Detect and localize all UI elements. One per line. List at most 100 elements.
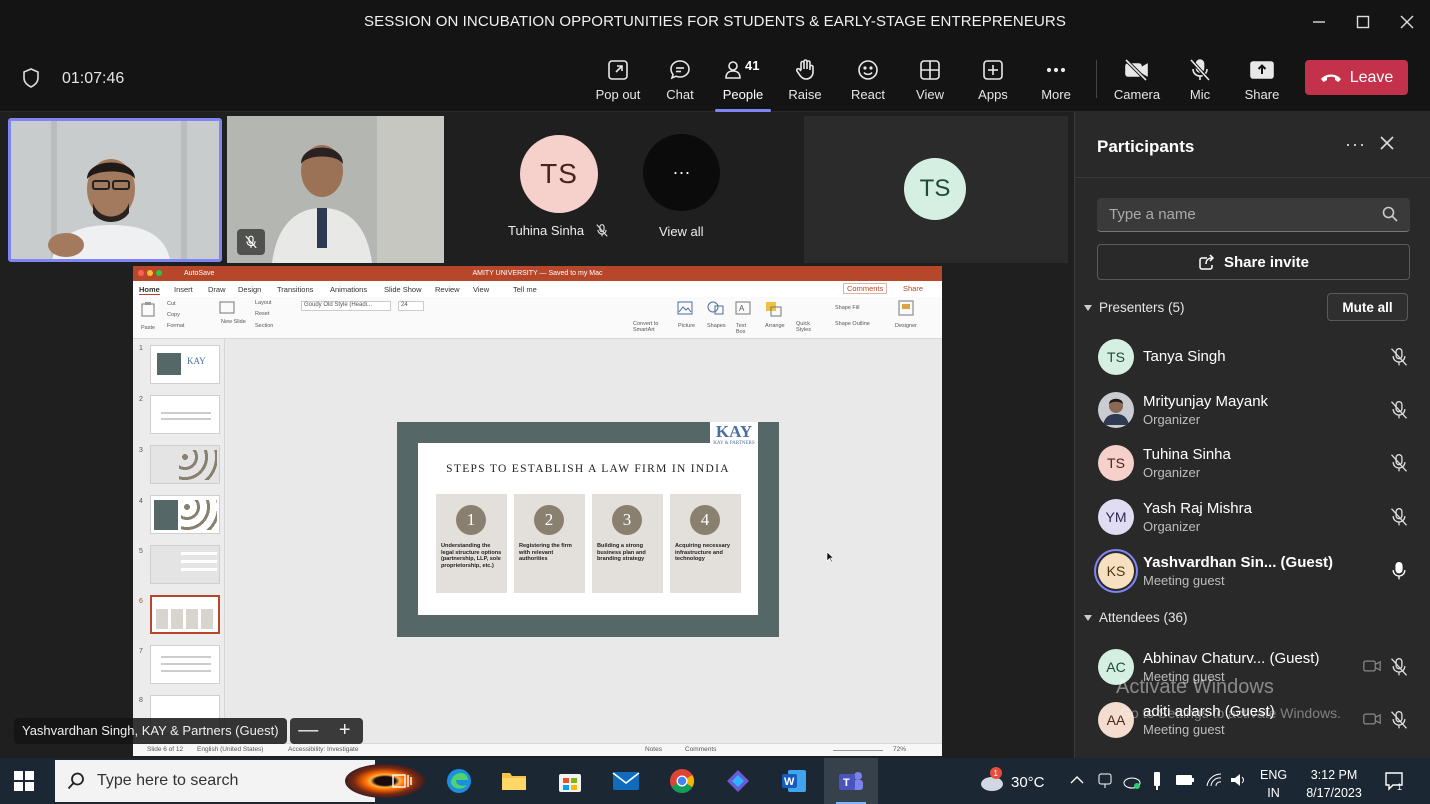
- thumb-number: 2: [139, 396, 143, 403]
- ppt-tab: View: [473, 285, 490, 294]
- chevron-up-icon[interactable]: [1070, 775, 1084, 785]
- apps-button[interactable]: Apps: [963, 54, 1023, 106]
- chat-icon: [670, 60, 690, 80]
- mic-button[interactable]: Mic: [1170, 54, 1230, 106]
- raise-hand-button[interactable]: Raise: [775, 54, 835, 106]
- ppt-title-bar: AutoSave AMITY UNIVERSITY — Saved to my …: [133, 266, 942, 281]
- shield-icon[interactable]: [22, 68, 40, 88]
- more-button[interactable]: More: [1026, 54, 1086, 106]
- chrome-icon[interactable]: [660, 765, 704, 797]
- participant-search: [1097, 198, 1410, 232]
- video-tile-tanya[interactable]: TS: [804, 116, 1068, 263]
- leave-button[interactable]: Leave: [1305, 60, 1408, 95]
- zoom-in-button[interactable]: +: [327, 718, 364, 744]
- shared-screen[interactable]: AutoSave AMITY UNIVERSITY — Saved to my …: [133, 266, 942, 756]
- meeting-timer: 01:07:46: [62, 70, 125, 87]
- word-glyph: W: [782, 770, 806, 792]
- ppt-tab: Animations: [330, 285, 368, 294]
- attendees-section-toggle[interactable]: Attendees (36): [1083, 610, 1188, 625]
- people-button[interactable]: 41 People: [713, 54, 773, 112]
- search-icon: [67, 772, 84, 790]
- teams-icon[interactable]: T: [824, 758, 878, 804]
- panel-more-button[interactable]: ···: [1345, 134, 1366, 155]
- presenters-section-toggle[interactable]: Presenters (5): [1083, 300, 1185, 315]
- thumb-number: 6: [139, 598, 143, 605]
- view-all-button[interactable]: ···: [643, 134, 720, 211]
- taskbar-search-input[interactable]: [97, 772, 297, 790]
- volume-icon[interactable]: [1229, 772, 1247, 788]
- minimize-icon: [1313, 21, 1325, 23]
- taskbar-search: [55, 760, 425, 802]
- wifi-icon[interactable]: [1205, 772, 1223, 788]
- ppt-ribbon-item: New Slide: [221, 319, 246, 325]
- slide-thumbnails: 1 KAY 2 3 4 5 6 7 8: [133, 339, 225, 743]
- maximize-button[interactable]: [1348, 8, 1378, 36]
- pop-out-label: Pop out: [595, 87, 641, 102]
- view-icon: [920, 60, 940, 80]
- participant-search-input[interactable]: [1109, 206, 1369, 223]
- raise-label: Raise: [788, 87, 822, 102]
- shapes-icon: [707, 301, 724, 315]
- copilot-glyph: [727, 770, 749, 792]
- participant-row-speaking[interactable]: KS Yashvardhan Sin... (Guest) Meeting gu…: [1075, 545, 1430, 597]
- cloud-sync-icon[interactable]: [1122, 772, 1142, 790]
- minimize-button[interactable]: [1304, 8, 1334, 36]
- more-dots-icon: ···: [672, 162, 691, 182]
- copilot-icon[interactable]: [716, 765, 760, 797]
- chat-button[interactable]: Chat: [650, 54, 710, 106]
- task-view-icon[interactable]: [380, 765, 424, 797]
- thumb-number: 4: [139, 498, 143, 505]
- view-button[interactable]: View: [900, 54, 960, 106]
- ppt-status-comments: Comments: [685, 746, 717, 753]
- input-language[interactable]: ENG IN: [1260, 766, 1287, 802]
- camera-button[interactable]: Camera: [1107, 54, 1167, 106]
- arrange-icon: [766, 302, 782, 317]
- teams-window: SESSION ON INCUBATION OPPORTUNITIES FOR …: [0, 0, 1430, 804]
- video-tile-participant[interactable]: [227, 116, 444, 263]
- avatar-photo: [1098, 392, 1134, 428]
- share-button[interactable]: Share: [1232, 54, 1292, 106]
- mail-icon[interactable]: [604, 765, 648, 797]
- meet-now-icon[interactable]: [1097, 772, 1113, 790]
- video-tile-active-speaker[interactable]: [8, 118, 222, 262]
- store-icon[interactable]: [548, 765, 592, 797]
- battery-icon[interactable]: [1175, 773, 1195, 787]
- share-invite-button[interactable]: Share invite: [1097, 244, 1410, 280]
- presenters-label: Presenters (5): [1099, 300, 1185, 315]
- weather-widget[interactable]: 1: [978, 765, 1008, 800]
- mic-off-icon: [1391, 711, 1407, 729]
- usb-device-icon[interactable]: [1151, 771, 1163, 791]
- camera-off-icon: [1363, 713, 1381, 725]
- participant-row[interactable]: TS Tanya Singh: [1075, 331, 1430, 383]
- participant-row[interactable]: TS Tuhina Sinha Organizer: [1075, 437, 1430, 489]
- ppt-ribbon-item: Cut: [167, 301, 176, 307]
- zoom-out-button[interactable]: —: [290, 718, 327, 744]
- ppt-tabs: Home Insert Draw Design Transitions Anim…: [133, 281, 942, 297]
- ppt-autosave: AutoSave: [184, 270, 215, 277]
- close-window-button[interactable]: [1392, 8, 1422, 36]
- ppt-ribbon-item: Section: [255, 323, 274, 329]
- ppt-status-bar: Slide 6 of 12 English (United States) Ac…: [133, 743, 942, 756]
- windows-taskbar: W T 1 30°C ENGIN 3:12 PM8/17/2023 1: [0, 758, 1430, 804]
- ppt-tab: Home: [139, 285, 160, 295]
- ppt-tab: Draw: [208, 285, 226, 294]
- file-explorer-icon[interactable]: [492, 765, 536, 797]
- avatar-tuhina[interactable]: TS: [520, 135, 598, 213]
- ppt-ribbon-item: Designer: [895, 323, 918, 329]
- mute-all-button[interactable]: Mute all: [1327, 293, 1408, 321]
- edge-icon[interactable]: [437, 765, 481, 797]
- pop-out-button[interactable]: Pop out: [588, 54, 648, 106]
- view-all-label[interactable]: View all: [659, 224, 704, 239]
- windows-start-icon[interactable]: [14, 771, 34, 791]
- speaker-video: [11, 121, 219, 259]
- temperature: 30°C: [1011, 774, 1045, 791]
- react-button[interactable]: React: [838, 54, 898, 106]
- close-icon[interactable]: [1380, 136, 1394, 150]
- participant-row[interactable]: YM Yash Raj Mishra Organizer: [1075, 491, 1430, 543]
- notifications-icon[interactable]: 1: [1384, 771, 1406, 791]
- system-clock[interactable]: 3:12 PM 8/17/2023: [1296, 766, 1372, 802]
- word-icon[interactable]: W: [772, 765, 816, 797]
- participant-role: Meeting guest: [1143, 573, 1225, 588]
- mic-off-icon: [1391, 454, 1407, 472]
- participant-row[interactable]: Mrityunjay Mayank Organizer: [1075, 384, 1430, 436]
